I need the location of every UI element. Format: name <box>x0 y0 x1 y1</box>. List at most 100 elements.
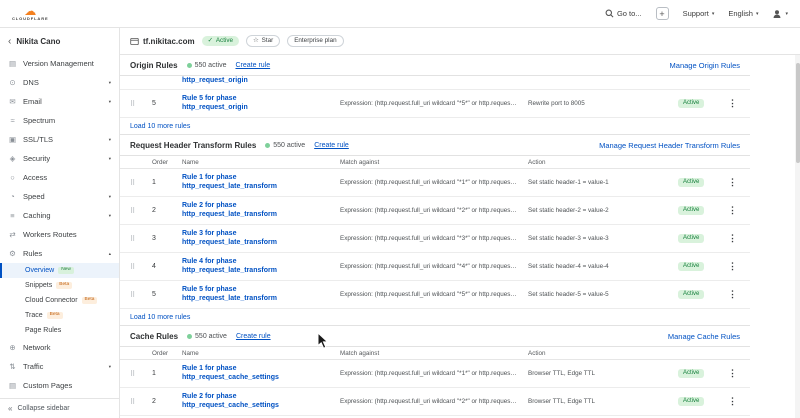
section-title: Origin Rules <box>130 61 178 70</box>
rule-action: Set static header-5 = value-5 <box>528 291 670 298</box>
back-icon[interactable]: ‹ <box>8 36 11 47</box>
nav-label: Custom Pages <box>23 381 105 390</box>
scrollbar-thumb[interactable] <box>796 63 800 163</box>
drag-handle-icon[interactable]: ⠿ <box>130 263 144 271</box>
table-column-headers: Order Name Match against Action <box>120 347 750 360</box>
rule-action: Set static header-4 = value-4 <box>528 263 670 270</box>
sidebar-item-page-rules[interactable]: Page Rules <box>0 323 119 338</box>
language-menu[interactable]: English ▾ <box>728 9 758 18</box>
sidebar-item-snippets[interactable]: Snippets Beta <box>0 278 119 293</box>
sidebar-item-custom-pages[interactable]: ▤ Custom Pages <box>0 376 119 395</box>
sidebar-item-overview[interactable]: Overview New <box>0 263 119 278</box>
manage-cache-rules-link[interactable]: Manage Cache Rules <box>668 332 740 341</box>
chevron-icon: ▾ <box>109 194 111 200</box>
manage-request-header-transform-rules-link[interactable]: Manage Request Header Transform Rules <box>599 141 740 150</box>
kebab-menu-icon[interactable]: ⋮ <box>728 177 740 188</box>
rules-content: Origin Rules 550 active Create rule Mana… <box>120 55 800 418</box>
table-row: ⠿ 5 Rule 5 for phase http_request_late_t… <box>120 281 750 309</box>
nav-label: Cloud Connector <box>25 297 78 304</box>
drag-handle-icon[interactable]: ⠿ <box>130 291 144 299</box>
rule-name-line2: http_request_cache_settings <box>182 374 332 383</box>
drag-handle-icon[interactable]: ⠿ <box>130 100 144 108</box>
rule-name-link[interactable]: Rule 1 for phase http_request_late_trans… <box>182 174 332 191</box>
rule-name-line2: http_request_late_transform <box>182 239 332 248</box>
sidebar-item-workers-routes[interactable]: ⇄ Workers Routes <box>0 225 119 244</box>
sidebar-item-trace[interactable]: Trace Beta <box>0 308 119 323</box>
sidebar-item-dns[interactable]: ⊙ DNS ▾ <box>0 73 119 92</box>
section-title: Cache Rules <box>130 332 178 341</box>
sidebar-item-version-management[interactable]: ▤ Version Management <box>0 54 119 73</box>
load-more-link[interactable]: Load 10 more rules <box>130 123 190 130</box>
sidebar-item-email[interactable]: ✉ Email ▾ <box>0 92 119 111</box>
account-menu[interactable]: ▾ <box>772 9 788 19</box>
traffic-icon: ⇅ <box>8 362 17 371</box>
create-rule-link[interactable]: Create rule <box>314 142 349 149</box>
kebab-menu-icon[interactable]: ⋮ <box>728 396 740 407</box>
add-site-button[interactable]: + <box>656 7 669 20</box>
rule-name-link[interactable]: Rule 5 for phase http_request_late_trans… <box>182 286 332 303</box>
caching-icon: ≡ <box>8 211 17 220</box>
sidebar-item-security[interactable]: ◈ Security ▾ <box>0 149 119 168</box>
cache-rules-section: Cache Rules 550 active Create rule Manag… <box>120 326 750 416</box>
kebab-menu-icon[interactable]: ⋮ <box>728 289 740 300</box>
sidebar-item-ssl-tls[interactable]: ▣ SSL/TLS ▾ <box>0 130 119 149</box>
kebab-menu-icon[interactable]: ⋮ <box>728 205 740 216</box>
drag-handle-icon[interactable]: ⠿ <box>130 235 144 243</box>
sidebar-item-speed[interactable]: ◔ Speed ▾ <box>0 187 119 206</box>
table-row: ⠿ 3 Rule 3 for phase http_request_late_t… <box>120 225 750 253</box>
active-count: 550 active <box>265 142 305 149</box>
rule-name-link[interactable]: http_request_origin <box>182 77 332 86</box>
sidebar-item-caching[interactable]: ≡ Caching ▾ <box>0 206 119 225</box>
drag-handle-icon[interactable]: ⠿ <box>130 207 144 215</box>
kebab-menu-icon[interactable]: ⋮ <box>728 368 740 379</box>
chevron-icon: ▾ <box>109 99 111 105</box>
vertical-scrollbar[interactable] <box>795 55 800 418</box>
star-button[interactable]: ☆ Star <box>246 35 280 48</box>
cloudflare-logo[interactable]: ☁ CLOUDFLARE <box>12 7 49 21</box>
account-header[interactable]: ‹ Nikita Cano <box>0 28 119 50</box>
rule-name-link[interactable]: Rule 1 for phase http_request_cache_sett… <box>182 365 332 382</box>
kebab-menu-icon[interactable]: ⋮ <box>728 261 740 272</box>
nav-label: Snippets <box>25 282 52 289</box>
support-menu[interactable]: Support ▾ <box>683 9 715 18</box>
kebab-menu-icon[interactable]: ⋮ <box>728 233 740 244</box>
load-more-link[interactable]: Load 10 more rules <box>130 314 190 321</box>
check-icon: ✓ <box>208 37 213 45</box>
manage-origin-rules-link[interactable]: Manage Origin Rules <box>670 61 740 70</box>
drag-handle-icon[interactable]: ⠿ <box>130 179 144 187</box>
goto-search[interactable]: Go to... <box>605 9 642 18</box>
top-bar: ☁ CLOUDFLARE Go to... + Support ▾ Englis… <box>0 0 800 28</box>
drag-handle-icon[interactable]: ⠿ <box>130 398 144 406</box>
kebab-menu-icon[interactable]: ⋮ <box>728 98 740 109</box>
sidebar-item-network[interactable]: ⊕ Network <box>0 338 119 357</box>
rule-match: Expression: (http.request.full_uri wildc… <box>340 207 520 214</box>
status-badge: Active <box>678 206 704 216</box>
spectrum-icon: ≈ <box>8 116 17 125</box>
nav-label: Traffic <box>23 362 103 371</box>
sidebar-item-access[interactable]: ○ Access <box>0 168 119 187</box>
sidebar-item-rules[interactable]: ⚙ Rules ▴ <box>0 244 119 263</box>
rule-name-link[interactable]: Rule 2 for phase http_request_cache_sett… <box>182 393 332 410</box>
rule-action: Browser TTL, Edge TTL <box>528 398 670 405</box>
speed-icon: ◔ <box>8 192 17 201</box>
request-header-transform-rules-section: Request Header Transform Rules 550 activ… <box>120 135 750 326</box>
column-name: Name <box>182 350 332 357</box>
drag-handle-icon[interactable]: ⠿ <box>130 370 144 378</box>
rule-name-link[interactable]: Rule 2 for phase http_request_late_trans… <box>182 202 332 219</box>
rule-name-link[interactable]: Rule 3 for phase http_request_late_trans… <box>182 230 332 247</box>
beta-badge: Beta <box>47 312 63 319</box>
status-badge: Active <box>678 369 704 379</box>
sidebar-item-traffic[interactable]: ⇅ Traffic ▾ <box>0 357 119 376</box>
create-rule-link[interactable]: Create rule <box>236 333 271 340</box>
sidebar-item-cloud-connector[interactable]: Cloud Connector Beta <box>0 293 119 308</box>
sidebar-item-spectrum[interactable]: ≈ Spectrum <box>0 111 119 130</box>
chevron-down-icon: ▾ <box>712 11 715 17</box>
rule-name-line1: Rule 1 for phase <box>182 365 332 374</box>
rule-name-link[interactable]: Rule 4 for phase http_request_late_trans… <box>182 258 332 275</box>
custom-pages-icon: ▤ <box>8 381 17 390</box>
create-rule-link[interactable]: Create rule <box>235 62 270 69</box>
plan-badge: Enterprise plan <box>287 35 343 48</box>
rule-name-link[interactable]: Rule 5 for phase http_request_origin <box>182 95 332 112</box>
collapse-sidebar-button[interactable]: « Collapse sidebar <box>0 398 119 418</box>
table-row: ⠿ 5 Rule 5 for phase http_request_origin… <box>120 90 750 118</box>
